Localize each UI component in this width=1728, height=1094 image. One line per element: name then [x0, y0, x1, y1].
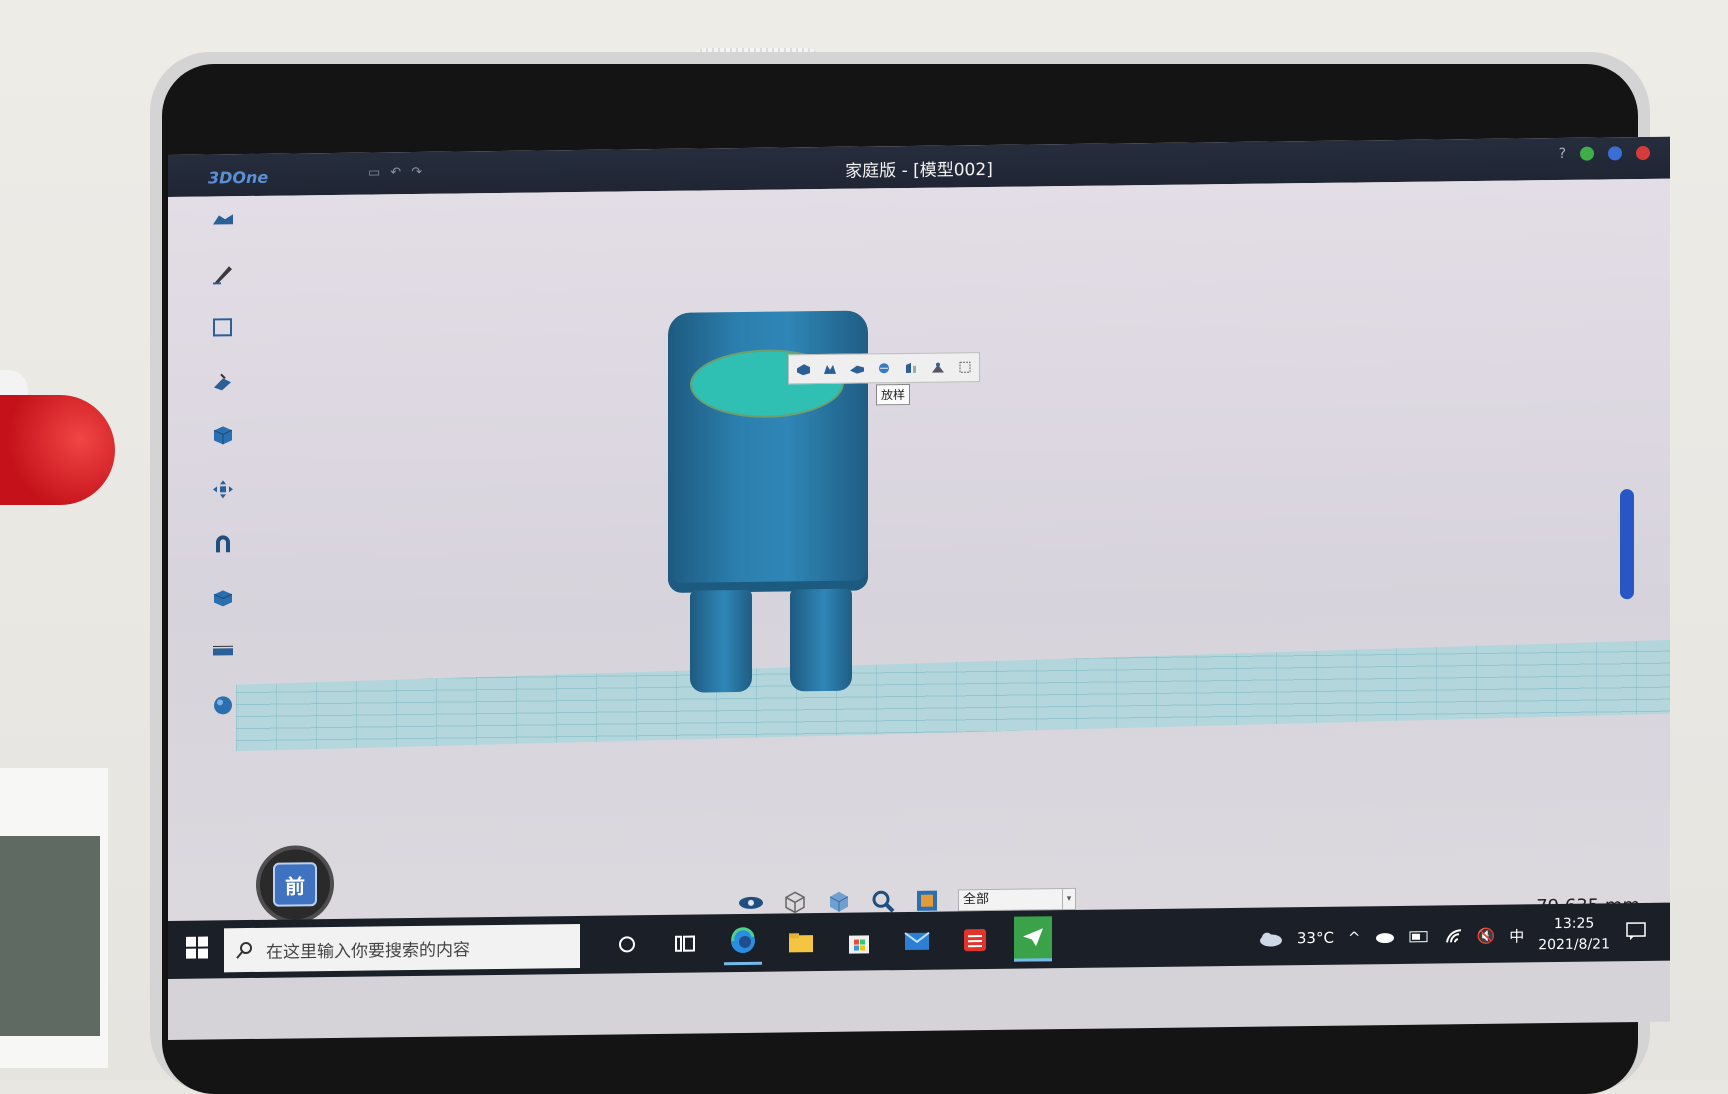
onedrive-icon[interactable] — [1375, 931, 1395, 944]
system-tray: 33°C ^ 🔇 中 13:25 2021/8/21 — [1257, 913, 1610, 959]
ime-indicator[interactable]: 中 — [1509, 925, 1524, 946]
view-eye-icon[interactable] — [738, 890, 764, 916]
taskbar-clock[interactable]: 13:25 2021/8/21 — [1538, 913, 1610, 956]
taskbar-search-box[interactable]: 在这里输入你要搜索的内容 — [224, 923, 580, 973]
minimize-button[interactable] — [1580, 146, 1594, 161]
red-toy-prop — [0, 395, 115, 505]
store-icon[interactable] — [840, 920, 878, 962]
zoom-icon[interactable] — [870, 888, 896, 914]
weather-cloud-icon — [1259, 932, 1282, 947]
weather-temperature[interactable]: 33°C — [1297, 929, 1334, 947]
filter-dropdown[interactable]: 全部 ▾ — [958, 887, 1076, 912]
view-cube[interactable]: 前 — [256, 844, 334, 924]
taskbar-apps — [608, 916, 1052, 966]
edge-browser-icon[interactable] — [724, 919, 762, 966]
clock-date: 2021/8/21 — [1538, 936, 1610, 954]
shell-icon[interactable] — [956, 359, 974, 375]
loft-icon[interactable] — [875, 360, 893, 376]
material-render-icon[interactable] — [208, 692, 238, 718]
file-explorer-icon[interactable] — [782, 921, 820, 963]
todo-app-icon[interactable] — [956, 918, 994, 960]
special-function-icon[interactable] — [208, 422, 238, 448]
desk-clock-display — [0, 836, 100, 1036]
windows-start-icon[interactable] — [186, 936, 208, 959]
clock-time: 13:25 — [1553, 915, 1595, 933]
basic-edit-icon[interactable] — [208, 476, 238, 502]
3done-app-icon[interactable] — [1014, 916, 1052, 962]
mail-icon[interactable] — [898, 919, 936, 961]
wireframe-cube-icon[interactable] — [782, 889, 808, 915]
sketch-edit-icon[interactable] — [208, 314, 238, 340]
close-button[interactable] — [1636, 145, 1650, 161]
filter-dropdown-value: 全部 — [963, 891, 990, 908]
distance-measure-icon[interactable] — [208, 638, 238, 664]
view-cube-front-face[interactable]: 前 — [273, 862, 317, 907]
feature-popup-toolbar — [788, 352, 980, 385]
render-mode-icon[interactable] — [914, 888, 940, 914]
sketch-icon[interactable] — [208, 260, 238, 286]
window-controls: ? — [1559, 145, 1650, 162]
magnet-icon[interactable] — [208, 530, 238, 556]
maximize-button[interactable] — [1608, 146, 1622, 161]
help-button[interactable]: ? — [1559, 146, 1566, 162]
revolve-icon[interactable] — [821, 361, 839, 377]
task-view-icon[interactable] — [666, 922, 704, 964]
3d-viewport[interactable]: 放样 前 全部 ▾ 79.635 mm — [168, 178, 1670, 958]
cortana-icon[interactable] — [608, 923, 646, 965]
right-panel-handle[interactable] — [1620, 489, 1634, 600]
battery-icon[interactable] — [1409, 931, 1431, 943]
loft-tooltip: 放样 — [876, 383, 911, 406]
extrude-icon[interactable] — [794, 361, 812, 377]
wifi-icon[interactable] — [1445, 928, 1463, 944]
left-toolbar — [196, 206, 250, 719]
sweep-icon[interactable] — [848, 360, 866, 376]
search-placeholder: 在这里输入你要搜索的内容 — [266, 939, 470, 963]
laptop-screen: 3DOne ▭↶↷ 家庭版 - [模型002] ? 放样 前 全部 ▾ 在这里输… — [168, 136, 1670, 1041]
chevron-down-icon[interactable]: ▾ — [1062, 888, 1075, 910]
chamfer-icon[interactable] — [929, 359, 947, 375]
basic-shapes-icon[interactable] — [208, 206, 238, 232]
solid-cube-icon[interactable] — [826, 889, 852, 915]
robot-right-leg[interactable] — [790, 588, 852, 692]
feature-modeling-icon[interactable] — [208, 368, 238, 394]
combine-icon[interactable] — [208, 584, 238, 610]
rounded-icon[interactable] — [902, 360, 920, 376]
search-icon — [236, 942, 252, 959]
robot-left-leg[interactable] — [690, 589, 752, 693]
volume-muted-icon[interactable]: 🔇 — [1477, 927, 1496, 945]
notification-center-icon[interactable] — [1626, 921, 1646, 941]
chevron-up-icon[interactable]: ^ — [1348, 928, 1361, 946]
ground-grid — [236, 638, 1670, 751]
